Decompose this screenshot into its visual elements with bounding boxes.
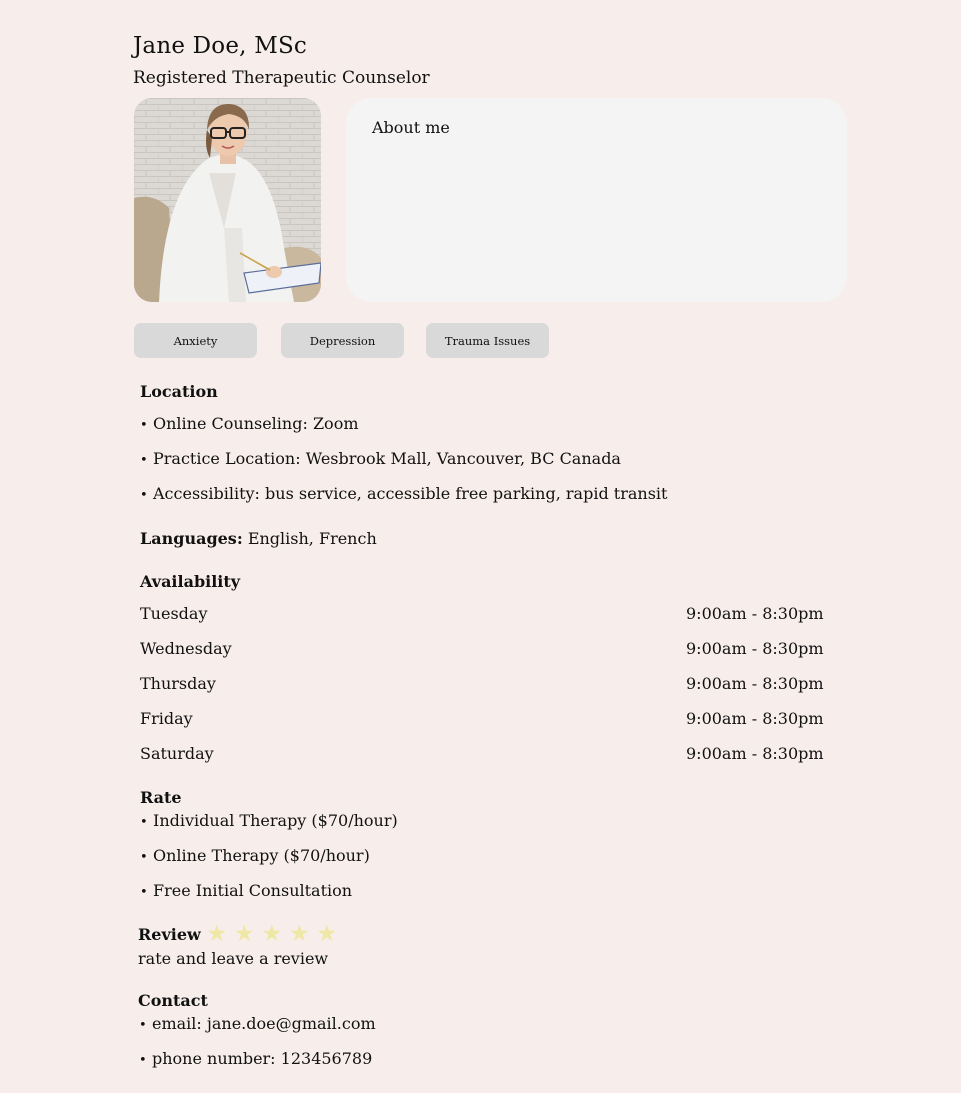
languages-row: Languages: English, French bbox=[140, 529, 377, 548]
rate-online: Online Therapy ($70/hour) bbox=[140, 846, 370, 865]
availability-heading: Availability bbox=[140, 572, 241, 591]
rate-heading: Rate bbox=[140, 788, 182, 807]
star-icon[interactable]: ★ bbox=[260, 921, 284, 947]
review-heading: Review bbox=[138, 925, 201, 944]
about-me-card: About me bbox=[346, 98, 847, 302]
location-online: Online Counseling: Zoom bbox=[140, 414, 359, 433]
profile-photo bbox=[134, 98, 321, 302]
star-icon[interactable]: ★ bbox=[288, 921, 312, 947]
counselor-name: Jane Doe, MSc bbox=[133, 33, 307, 59]
availability-day: Wednesday bbox=[140, 639, 232, 658]
availability-hours: 9:00am - 8:30pm bbox=[686, 674, 824, 693]
about-me-heading: About me bbox=[372, 118, 450, 137]
location-practice: Practice Location: Wesbrook Mall, Vancou… bbox=[140, 449, 621, 468]
star-icon[interactable]: ★ bbox=[233, 921, 257, 947]
star-icon[interactable]: ★ bbox=[315, 921, 339, 947]
availability-day: Tuesday bbox=[140, 604, 208, 623]
availability-hours: 9:00am - 8:30pm bbox=[686, 639, 824, 658]
availability-hours: 9:00am - 8:30pm bbox=[686, 604, 824, 623]
tag-trauma-issues[interactable]: Trauma Issues bbox=[426, 323, 549, 358]
contact-phone: phone number: 123456789 bbox=[139, 1049, 372, 1068]
star-icon[interactable]: ★ bbox=[205, 921, 229, 947]
rate-individual: Individual Therapy ($70/hour) bbox=[140, 811, 398, 830]
counselor-title: Registered Therapeutic Counselor bbox=[133, 68, 430, 88]
availability-hours: 9:00am - 8:30pm bbox=[686, 709, 824, 728]
location-accessibility: Accessibility: bus service, accessible f… bbox=[140, 484, 667, 503]
availability-day: Friday bbox=[140, 709, 193, 728]
languages-label: Languages: bbox=[140, 529, 243, 548]
availability-hours: 9:00am - 8:30pm bbox=[686, 744, 824, 763]
availability-day: Saturday bbox=[140, 744, 214, 763]
leave-review-link[interactable]: rate and leave a review bbox=[138, 949, 328, 968]
availability-day: Thursday bbox=[140, 674, 216, 693]
languages-value: English, French bbox=[247, 529, 377, 548]
star-rating[interactable]: ★ ★ ★ ★ ★ bbox=[205, 921, 339, 947]
rate-consultation: Free Initial Consultation bbox=[140, 881, 352, 900]
tag-depression[interactable]: Depression bbox=[281, 323, 404, 358]
location-heading: Location bbox=[140, 382, 218, 401]
contact-heading: Contact bbox=[138, 991, 208, 1010]
tag-anxiety[interactable]: Anxiety bbox=[134, 323, 257, 358]
contact-email: email: jane.doe@gmail.com bbox=[139, 1014, 376, 1033]
